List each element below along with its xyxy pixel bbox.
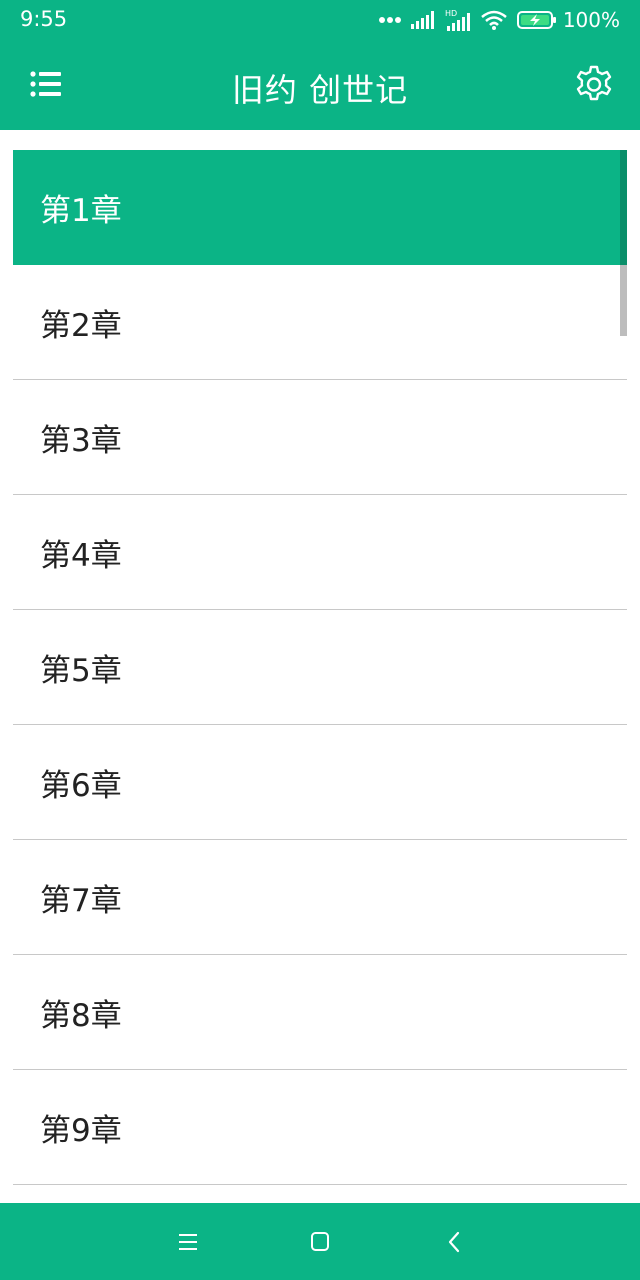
chapter-item-9[interactable]: 第9章 [13, 1070, 627, 1185]
back-chevron-icon [438, 1231, 472, 1263]
scrollbar[interactable] [620, 150, 627, 336]
menu-lines-icon [171, 1234, 205, 1263]
hd-signal-icon: HD [445, 9, 471, 31]
app-bar: 旧约 创世记 [0, 40, 640, 130]
status-time: 9:55 [20, 7, 68, 31]
wifi-icon [481, 10, 507, 30]
status-icons: HD 100% [378, 6, 620, 34]
battery-charging-icon [516, 10, 557, 30]
battery-percent: 100% [562, 8, 620, 32]
signal-icon [410, 11, 435, 29]
status-bar: 9:55 HD 100% [0, 0, 640, 40]
system-nav-bar [0, 1203, 640, 1280]
chapter-item-3[interactable]: 第3章 [13, 380, 627, 495]
settings-button[interactable] [572, 64, 616, 108]
chapter-item-6[interactable]: 第6章 [13, 725, 627, 840]
chapter-list[interactable]: 第1章 第2章 第3章 第4章 第5章 第6章 第7章 第8章 第9章 [13, 150, 627, 1202]
gear-icon [572, 65, 616, 112]
back-button[interactable] [438, 1225, 472, 1259]
chapter-item-8[interactable]: 第8章 [13, 955, 627, 1070]
svg-text:HD: HD [445, 9, 457, 18]
page-title: 旧约 创世记 [231, 71, 409, 109]
chapter-item-7[interactable]: 第7章 [13, 840, 627, 955]
chapter-item-1[interactable]: 第1章 [13, 150, 627, 265]
chapter-item-4[interactable]: 第4章 [13, 495, 627, 610]
chapter-item-5[interactable]: 第5章 [13, 610, 627, 725]
home-button[interactable] [303, 1225, 337, 1259]
recent-apps-button[interactable] [171, 1225, 205, 1259]
chapter-item-2[interactable]: 第2章 [13, 265, 627, 380]
home-square-icon [303, 1232, 337, 1263]
more-dots-icon [378, 16, 401, 24]
